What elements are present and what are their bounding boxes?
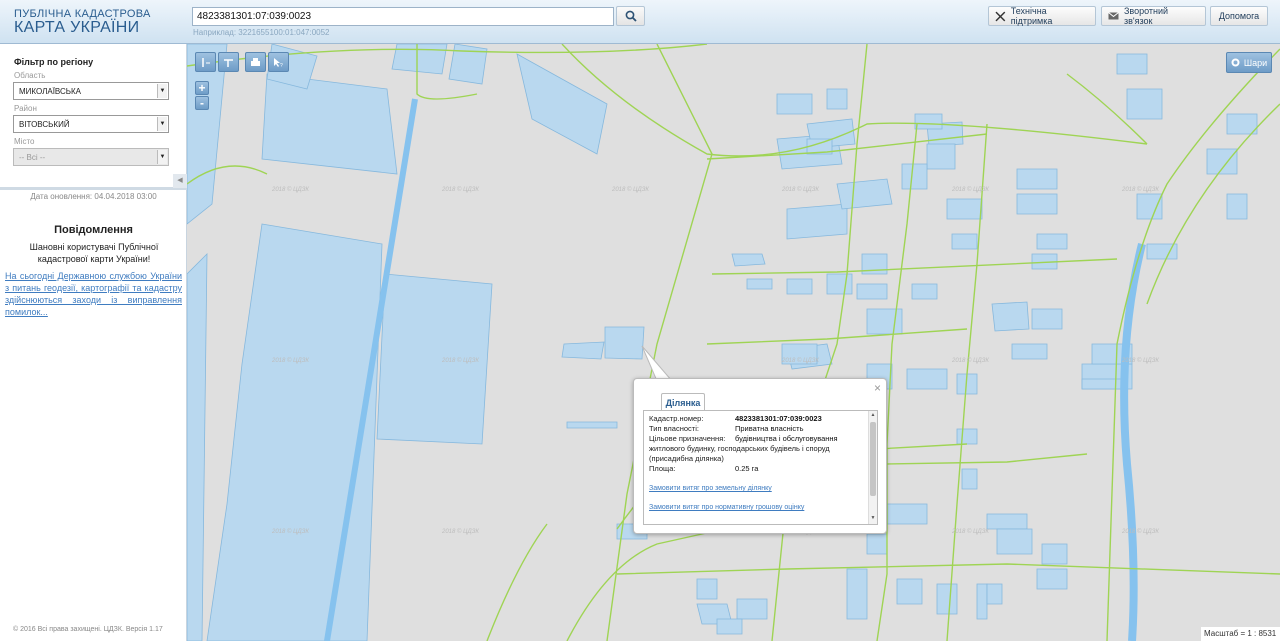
popup-scrollbar[interactable]: ▲ ▼: [868, 411, 877, 524]
svg-text:2018 © ЦДЗК: 2018 © ЦДЗК: [271, 357, 309, 364]
svg-text:2018 © ЦДЗК: 2018 © ЦДЗК: [1121, 186, 1159, 193]
district-select[interactable]: ВІТОВСЬКИЙ ▼: [13, 115, 169, 133]
chevron-down-icon: ▼: [157, 150, 167, 164]
help-button[interactable]: Допомога: [1210, 6, 1268, 26]
search-input[interactable]: [192, 7, 614, 26]
svg-text:2018 © ЦДЗК: 2018 © ЦДЗК: [951, 528, 989, 535]
copyright: © 2016 Всі права захищені. ЦДЗК. Версія …: [13, 626, 163, 633]
collapse-sidebar-button[interactable]: ◀: [173, 174, 187, 188]
feedback-button[interactable]: Зворотний зв'язок: [1101, 6, 1206, 26]
region-value: МИКОЛАЇВСЬКА: [19, 87, 82, 96]
svg-text:2018 © ЦДЗК: 2018 © ЦДЗК: [951, 357, 989, 364]
scroll-down-icon[interactable]: ▼: [869, 515, 877, 521]
svg-text:2018 © ЦДЗК: 2018 © ЦДЗК: [951, 186, 989, 193]
notice-link[interactable]: На сьогодні Державною службою України з …: [5, 270, 182, 318]
city-label: Місто: [14, 137, 35, 146]
svg-text:2018 © ЦДЗК: 2018 © ЦДЗК: [1121, 528, 1159, 535]
zoom-out-button[interactable]: -: [195, 96, 209, 110]
svg-text:2018 © ЦДЗК: 2018 © ЦДЗК: [271, 528, 309, 535]
cadastre-label: Кадастр.номер:: [649, 414, 704, 423]
print-button[interactable]: [245, 52, 266, 72]
help-label: Допомога: [1218, 11, 1260, 21]
update-date: Дата оновлення: 04.04.2018 03:00: [30, 192, 157, 201]
area-ruler-icon: [224, 58, 233, 67]
filter-title: Фільтр по регіону: [14, 57, 94, 67]
notice-title: Повідомлення: [54, 224, 133, 236]
parcel-popup: × Ділянка Кадастр.номер: 4823381301:07:0…: [633, 378, 887, 534]
support-button[interactable]: Технічна підтримка: [988, 6, 1096, 26]
popup-pointer: [641, 345, 674, 382]
zoom-in-button[interactable]: +: [195, 81, 209, 95]
svg-text:2018 © ЦДЗК: 2018 © ЦДЗК: [611, 186, 649, 193]
ownership-label: Тип власності:: [649, 424, 699, 433]
app-header: ПУБЛІЧНА КАДАСТРОВА КАРТА УКРАЇНИ Наприк…: [0, 0, 1280, 44]
ruler-icon: [202, 57, 210, 67]
notice-text: Шановні користувачі Публічної кадастрово…: [29, 242, 159, 264]
ownership-value: Приватна власність: [735, 424, 804, 433]
feedback-label: Зворотний зв'язок: [1123, 6, 1169, 26]
purpose-label: Цільове призначення:: [649, 434, 726, 443]
cursor-help-icon: ?: [274, 57, 283, 68]
map-canvas[interactable]: 2018 © ЦДЗК 2018 © ЦДЗК 2018 © ЦДЗК 2018…: [187, 44, 1280, 641]
svg-text:2018 © ЦДЗК: 2018 © ЦДЗК: [271, 186, 309, 193]
purpose-value-cont: житлового будинку, господарських будівел…: [649, 444, 830, 463]
parcel-info: Кадастр.номер: 4823381301:07:039:0023 Ти…: [643, 410, 878, 525]
app-logo[interactable]: ПУБЛІЧНА КАДАСТРОВА КАРТА УКРАЇНИ: [14, 8, 151, 36]
scroll-up-icon[interactable]: ▲: [869, 412, 877, 418]
district-label: Район: [14, 104, 37, 113]
order-valuation-link[interactable]: Замовити витяг про нормативну грошову оц…: [649, 504, 804, 511]
search-hint: Наприклад: 3221655100:01:047:0052: [193, 28, 330, 37]
measure-area-button[interactable]: [218, 52, 239, 72]
scale-indicator: Масштаб = 1 : 8531: [1201, 627, 1280, 641]
map-view[interactable]: 2018 © ЦДЗК 2018 © ЦДЗК 2018 © ЦДЗК 2018…: [187, 44, 1280, 641]
chevron-down-icon: ▼: [157, 84, 167, 98]
svg-text:2018 © ЦДЗК: 2018 © ЦДЗК: [781, 357, 819, 364]
search-button[interactable]: [616, 6, 645, 26]
region-filter: Фільтр по регіону Область МИКОЛАЇВСЬКА ▼…: [0, 44, 187, 190]
chevron-down-icon: ▼: [157, 117, 167, 131]
svg-text:2018 © ЦДЗК: 2018 © ЦДЗК: [441, 186, 479, 193]
area-value: 0.25 га: [735, 464, 759, 473]
close-icon[interactable]: ×: [874, 381, 881, 395]
district-value: ВІТОВСЬКИЙ: [19, 120, 70, 129]
svg-text:2018 © ЦДЗК: 2018 © ЦДЗК: [1121, 357, 1159, 364]
scroll-thumb[interactable]: [870, 422, 876, 496]
purpose-value: будівництва і обслуговування: [735, 434, 838, 443]
layers-button[interactable]: Шари: [1226, 52, 1272, 73]
identify-button[interactable]: ?: [268, 52, 289, 72]
printer-icon: [251, 57, 260, 66]
order-extract-link[interactable]: Замовити витяг про земельну ділянку: [649, 485, 772, 492]
region-label: Область: [14, 71, 46, 80]
cadastre-value: 4823381301:07:039:0023: [735, 414, 822, 423]
envelope-icon: [1108, 12, 1119, 20]
svg-text:?: ?: [280, 63, 283, 68]
svg-text:2018 © ЦДЗК: 2018 © ЦДЗК: [441, 528, 479, 535]
brand-line2: КАРТА УКРАЇНИ: [14, 19, 140, 36]
measure-length-button[interactable]: [195, 52, 216, 72]
parcels: [187, 44, 1258, 641]
sidebar: Фільтр по регіону Область МИКОЛАЇВСЬКА ▼…: [0, 44, 187, 641]
layers-label: Шари: [1243, 57, 1268, 68]
svg-text:2018 © ЦДЗК: 2018 © ЦДЗК: [441, 357, 479, 364]
search-icon: [625, 10, 637, 22]
city-select[interactable]: -- Всі -- ▼: [13, 148, 169, 166]
tools-icon: [995, 11, 1006, 21]
svg-text:2018 © ЦДЗК: 2018 © ЦДЗК: [781, 186, 819, 193]
region-select[interactable]: МИКОЛАЇВСЬКА ▼: [13, 82, 169, 100]
area-label: Площа:: [649, 464, 676, 473]
tab-parcel[interactable]: Ділянка: [661, 393, 705, 411]
city-value: -- Всі --: [19, 153, 46, 162]
gear-icon: [1231, 58, 1240, 67]
support-label: Технічна підтримка: [1010, 6, 1053, 26]
